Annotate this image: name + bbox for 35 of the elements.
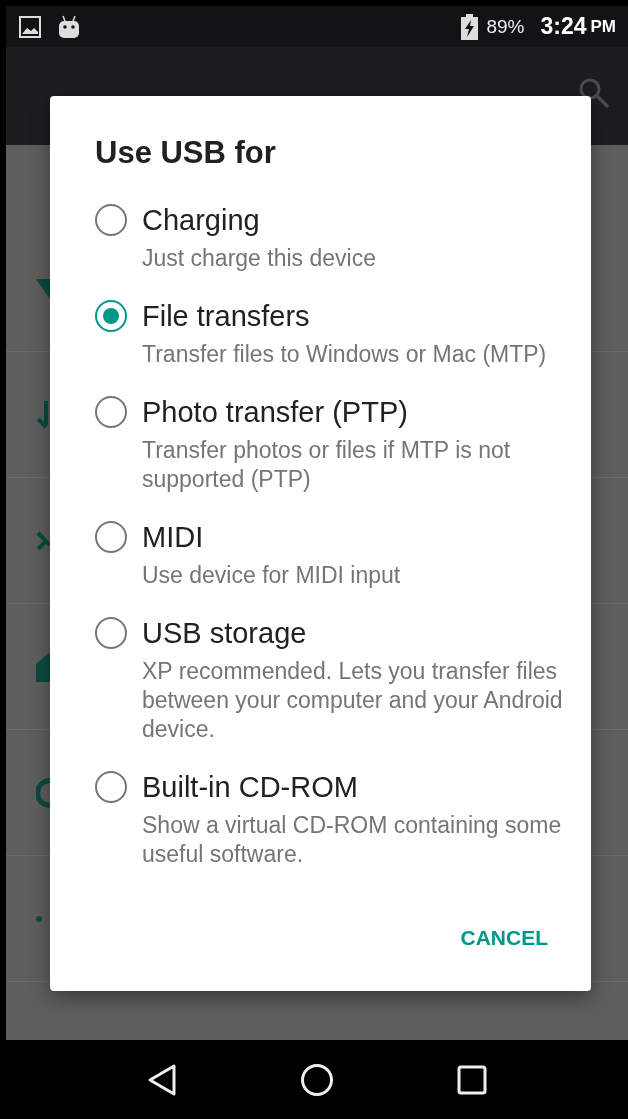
triangle-icon	[36, 278, 50, 299]
android-icon	[58, 14, 80, 39]
battery-charging-icon	[461, 13, 479, 40]
radio-button[interactable]	[95, 396, 127, 428]
dot-icon	[36, 915, 42, 922]
option-label[interactable]: Photo transfer (PTP)	[142, 388, 589, 436]
option-description: Transfer files to Windows or Mac (MTP)	[142, 340, 548, 369]
recents-icon[interactable]	[456, 1064, 487, 1095]
radio-button[interactable]	[95, 521, 127, 553]
arrow-icon	[36, 400, 50, 429]
option-label[interactable]: USB storage	[142, 609, 589, 657]
option-description: XP recommended. Lets you transfer files between your computer and your Android device.	[142, 657, 564, 744]
radio-button[interactable]	[95, 300, 127, 332]
image-icon	[19, 15, 41, 38]
option-description: Just charge this device	[142, 244, 377, 273]
option-label[interactable]: MIDI	[142, 513, 589, 561]
option-description: Use device for MIDI input	[142, 561, 402, 590]
radio-button[interactable]	[95, 771, 127, 803]
battery-percentage: 89%	[486, 15, 525, 38]
option-label[interactable]: Built-in CD-ROM	[142, 763, 589, 811]
clock-period: PM	[590, 16, 616, 37]
option-description: Show a virtual CD-ROM containing some useful software.	[142, 811, 563, 869]
option-label[interactable]: File transfers	[142, 292, 589, 340]
cancel-button[interactable]: CANCEL	[456, 918, 552, 958]
cross-icon	[36, 530, 50, 551]
option-label[interactable]: Charging	[142, 196, 589, 244]
back-icon[interactable]	[147, 1062, 178, 1097]
search-icon[interactable]	[578, 77, 610, 109]
dialog-title: Use USB for	[95, 134, 277, 172]
clock-time: 3:24	[540, 13, 587, 40]
option-description: Transfer photos or files if MTP is not supported (PTP)	[142, 436, 512, 494]
ring-icon	[36, 777, 50, 808]
home-icon[interactable]	[300, 1062, 334, 1097]
radio-button[interactable]	[95, 204, 127, 236]
radio-button[interactable]	[95, 617, 127, 649]
